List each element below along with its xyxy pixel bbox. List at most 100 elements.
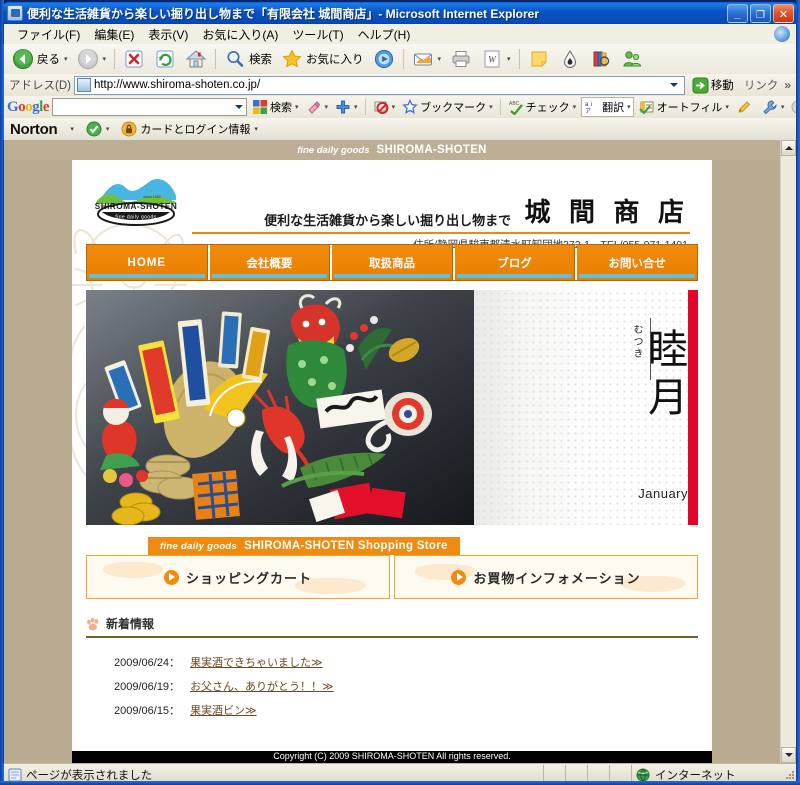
translate-arrow[interactable]: ▾ (627, 103, 631, 111)
address-input[interactable]: http://www.shiroma-shoten.co.jp/ (73, 75, 685, 95)
translate-icon: a i ア (584, 99, 600, 115)
nav-item-blog[interactable]: ブログ (454, 245, 576, 280)
messenger-button[interactable] (617, 47, 647, 71)
shopping-cart-button[interactable]: ショッピングカート (86, 555, 390, 599)
favorites-button[interactable]: お気に入り (277, 47, 368, 71)
autofill-arrow[interactable]: ▾ (725, 103, 729, 111)
scrollbar-track[interactable] (781, 156, 796, 747)
norton-card-login-button[interactable]: カードとログイン情報 ▾ (121, 121, 258, 137)
maximize-icon: ❐ (756, 9, 765, 21)
google-autofill-button[interactable]: オートフィル ▾ (637, 97, 731, 117)
menu-item-view[interactable]: 表示(V) (141, 24, 195, 45)
google-pencil-button[interactable] (734, 97, 754, 117)
site-logo[interactable]: SHIROMA-SHOTEN fine daily goods since 19… (86, 174, 192, 229)
bookmarks-label: ブックマーク (420, 102, 487, 114)
norton-menu-arrow[interactable]: ▾ (70, 125, 74, 133)
refresh-button[interactable] (150, 47, 180, 71)
google-settings-button[interactable]: ▾ (760, 97, 787, 117)
edit-dropdown-icon[interactable]: ▾ (507, 55, 511, 63)
top-strip-tiny: fine daily goods (297, 145, 370, 156)
news-link[interactable]: 果実酒できちゃいました≫ (190, 654, 323, 670)
back-label: 戻る (37, 54, 60, 66)
nav-item-company[interactable]: 会社概要 (209, 245, 331, 280)
norton-status-button[interactable]: ▾ (86, 121, 110, 137)
google-add-button[interactable]: ▾ (333, 97, 360, 117)
forward-dropdown-icon[interactable]: ▾ (103, 55, 107, 63)
google-search-arrow[interactable]: ▾ (295, 103, 299, 111)
standard-toolbar: 戻る ▾ ▾ 検索 お気に入り ▾ W ▾ (3, 44, 797, 74)
google-search-dropdown[interactable] (231, 99, 246, 116)
mail-dropdown-icon[interactable]: ▾ (438, 55, 442, 63)
news-link[interactable]: お父さん、ありがとう！！≫ (190, 678, 334, 694)
bookmarks-arrow[interactable]: ▾ (489, 103, 493, 111)
address-dropdown-button[interactable] (667, 77, 682, 94)
research-button[interactable] (586, 47, 616, 71)
edit-word-button[interactable]: W ▾ (477, 47, 515, 71)
stop-button[interactable] (119, 47, 149, 71)
menu-item-edit[interactable]: 編集(E) (87, 24, 141, 45)
maximize-button[interactable]: ❐ (750, 3, 771, 23)
shopping-info-button[interactable]: お買物インフォメーション (394, 555, 698, 599)
toolbar-overflow-icon[interactable]: » (784, 78, 794, 92)
toolbar-separator (402, 49, 404, 69)
nav-item-contact[interactable]: お問い合せ (577, 245, 697, 280)
scroll-down-button[interactable] (781, 747, 796, 763)
forward-button[interactable]: ▾ (73, 47, 111, 71)
go-button[interactable]: 移動 (688, 75, 738, 95)
google-spellcheck-button[interactable]: ABC チェック ▾ (506, 97, 579, 117)
menu-item-tools[interactable]: ツール(T) (285, 24, 350, 45)
ink-button[interactable] (555, 47, 585, 71)
site-content: 福 招 福 (72, 160, 712, 763)
news-link[interactable]: 果実酒ビン≫ (190, 702, 257, 718)
browser-viewport: fine daily goods SHIROMA-SHOTEN SHIROMA-… (3, 140, 797, 763)
links-button[interactable]: リンク (741, 77, 782, 93)
spellcheck-arrow[interactable]: ▾ (573, 103, 577, 111)
close-button[interactable]: ✕ (773, 3, 794, 23)
search-button[interactable]: 検索 (220, 47, 276, 71)
highlight-arrow[interactable]: ▾ (325, 103, 329, 111)
google-popup-blocker-button[interactable]: ▾ (371, 97, 398, 117)
google-search-label: 検索 (270, 102, 293, 114)
settings-arrow[interactable]: ▾ (781, 103, 785, 111)
google-search-button[interactable]: 検索 ▾ (250, 97, 301, 117)
google-highlight-button[interactable]: ▾ (304, 97, 331, 117)
google-translate-button[interactable]: a i ア 翻訳 ▾ (581, 97, 634, 117)
back-button[interactable]: 戻る ▾ (8, 47, 72, 71)
scroll-up-button[interactable] (781, 140, 796, 156)
hero-banner[interactable]: むつき 睦月 January (86, 290, 698, 525)
cloud-decoration-icon (415, 564, 475, 580)
resize-grip[interactable] (782, 769, 796, 781)
add-arrow[interactable]: ▾ (354, 103, 358, 111)
highlighter-icon (306, 99, 322, 115)
media-icon (373, 48, 395, 70)
chevron-down-icon (670, 83, 679, 87)
mail-button[interactable]: ▾ (408, 47, 446, 71)
home-button[interactable] (181, 47, 211, 71)
popup-arrow[interactable]: ▾ (392, 103, 396, 111)
play-arrow-icon (163, 569, 179, 585)
menu-item-file[interactable]: ファイル(F) (10, 24, 87, 45)
autofill-icon (638, 99, 655, 115)
google-bookmarks-button[interactable]: ブックマーク ▾ (400, 97, 495, 117)
nav-item-products[interactable]: 取扱商品 (332, 245, 453, 280)
news-date: 2009/06/24： (114, 657, 181, 669)
header-row: SHIROMA-SHOTEN fine daily goods since 19… (86, 160, 698, 229)
menu-item-favorites[interactable]: お気に入り(A) (195, 24, 285, 45)
svg-text:i: i (591, 102, 592, 108)
google-search-input[interactable] (52, 98, 248, 116)
notes-button[interactable] (524, 47, 554, 71)
norton-card-arrow[interactable]: ▾ (254, 125, 258, 133)
word-document-icon: W (481, 48, 503, 70)
print-button[interactable] (446, 47, 476, 71)
minimize-button[interactable]: _ (727, 3, 748, 23)
google-toolbar: Google 検索 ▾ ▾ ▾ ▾ ブックマーク ▾ ABC チェック ▾ a … (3, 96, 797, 118)
menu-item-help[interactable]: ヘルプ(H) (351, 24, 418, 45)
web-page: fine daily goods SHIROMA-SHOTEN SHIROMA-… (4, 140, 780, 763)
norton-status-arrow[interactable]: ▾ (106, 125, 110, 133)
spellcheck-label: チェック (525, 102, 570, 114)
page-scrollbar-vertical[interactable] (780, 140, 796, 763)
back-dropdown-icon[interactable]: ▾ (64, 55, 68, 63)
svg-text:a: a (585, 102, 589, 108)
nav-item-home[interactable]: HOME (87, 245, 208, 280)
media-button[interactable] (369, 47, 399, 71)
